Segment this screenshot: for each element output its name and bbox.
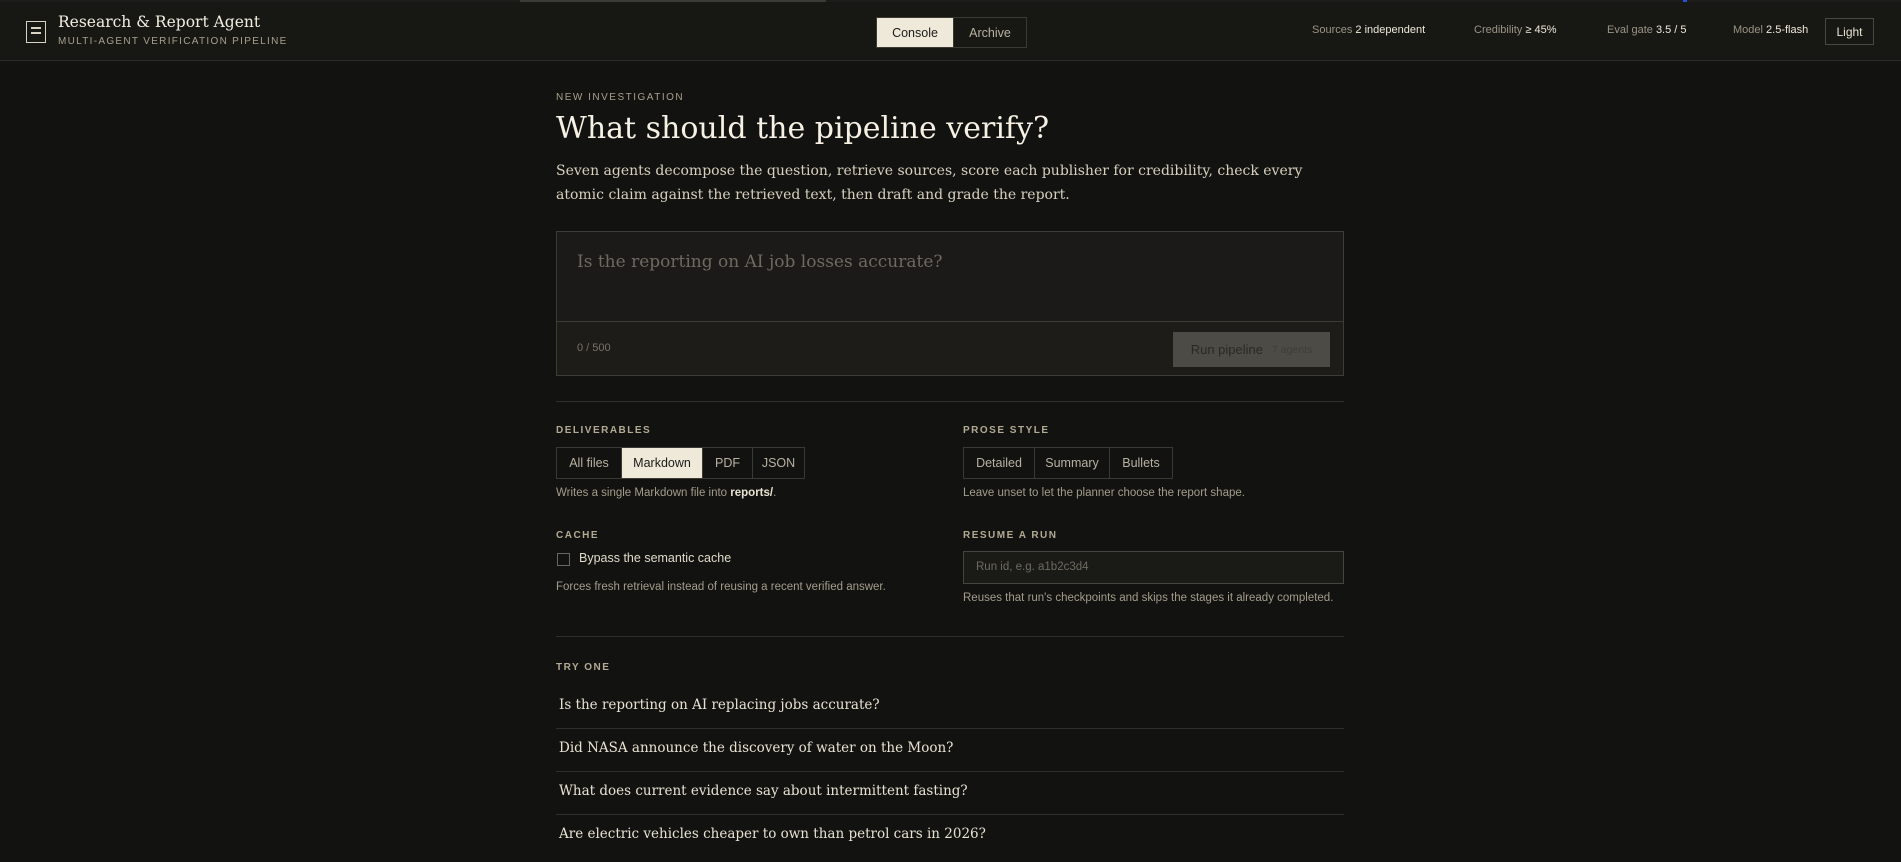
stat-credibility: Credibility ≥ 45%	[1474, 24, 1557, 36]
tab-archive[interactable]: Archive	[953, 18, 1026, 47]
stat-model: Model 2.5-flash	[1733, 24, 1809, 36]
page-description: Seven agents decompose the question, ret…	[556, 163, 1303, 203]
divider	[556, 636, 1344, 637]
document-icon	[26, 21, 46, 43]
char-counter: 0 / 500	[577, 342, 611, 354]
stat-sources: Sources 2 independent	[1312, 24, 1426, 36]
deliverables-label: DELIVERABLES	[556, 425, 652, 436]
prose-style-help: Leave unset to let the planner choose th…	[963, 487, 1245, 499]
example-question[interactable]: Are electric vehicles cheaper to own tha…	[556, 814, 1344, 857]
example-question[interactable]: What does current evidence say about int…	[556, 771, 1344, 815]
deliverables-toggle: All files Markdown PDF JSON	[556, 447, 805, 479]
run-button-label: Run pipeline	[1190, 342, 1263, 357]
bypass-cache-checkbox[interactable]	[557, 553, 570, 566]
resume-label: RESUME A RUN	[963, 530, 1058, 541]
deliverable-json[interactable]: JSON	[752, 448, 804, 478]
run-pipeline-button[interactable]: Run pipeline 7 agents	[1173, 332, 1330, 367]
divider	[556, 401, 1344, 402]
app-subtitle: MULTI-AGENT VERIFICATION PIPELINE	[58, 36, 288, 47]
prose-bullets[interactable]: Bullets	[1109, 448, 1172, 478]
view-tabs: Console Archive	[876, 17, 1027, 48]
prose-summary[interactable]: Summary	[1034, 448, 1109, 478]
deliverable-pdf[interactable]: PDF	[702, 448, 752, 478]
resume-help: Reuses that run's checkpoints and skips …	[963, 592, 1334, 604]
cache-label: CACHE	[556, 530, 600, 541]
deliverables-help: Writes a single Markdown file into repor…	[556, 487, 777, 499]
theme-toggle-button[interactable]: Light	[1825, 18, 1874, 45]
examples-label: TRY ONE	[556, 662, 611, 673]
run-button-hint: 7 agents	[1271, 343, 1313, 356]
tab-console[interactable]: Console	[877, 18, 953, 47]
prose-style-label: PROSE STYLE	[963, 425, 1050, 436]
deliverable-all-files[interactable]: All files	[557, 448, 621, 478]
bypass-cache-label[interactable]: Bypass the semantic cache	[579, 551, 731, 565]
app-title: Research & Report Agent	[58, 13, 261, 31]
prose-detailed[interactable]: Detailed	[964, 448, 1034, 478]
prose-style-toggle: Detailed Summary Bullets	[963, 447, 1173, 479]
page-title: What should the pipeline verify?	[556, 111, 1050, 146]
question-composer: Is the reporting on AI job losses accura…	[556, 231, 1344, 376]
stat-eval-gate: Eval gate 3.5 / 5	[1607, 24, 1687, 36]
example-question[interactable]: Is the reporting on AI replacing jobs ac…	[556, 685, 1344, 729]
section-eyebrow: NEW INVESTIGATION	[556, 92, 685, 103]
run-id-placeholder: Run id, e.g. a1b2c3d4	[976, 561, 1089, 573]
question-placeholder: Is the reporting on AI job losses accura…	[577, 252, 943, 272]
question-input[interactable]: Is the reporting on AI job losses accura…	[557, 232, 1343, 322]
cache-help: Forces fresh retrieval instead of reusin…	[556, 581, 886, 593]
deliverable-markdown[interactable]: Markdown	[621, 448, 702, 478]
example-question[interactable]: Did NASA announce the discovery of water…	[556, 728, 1344, 772]
app-header: Research & Report Agent MULTI-AGENT VERI…	[0, 2, 1901, 61]
run-id-input[interactable]: Run id, e.g. a1b2c3d4	[963, 551, 1344, 584]
